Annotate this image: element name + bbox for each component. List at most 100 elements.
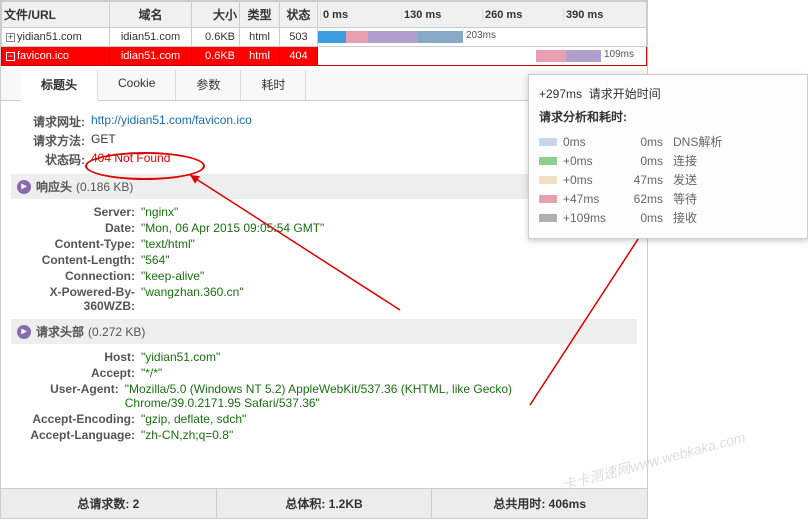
collapse-icon[interactable]: − [6,52,15,61]
tab-cookie[interactable]: Cookie [98,70,176,100]
bar-extra [418,31,463,43]
timing-duration: 62ms [613,192,663,206]
cell-status: 503 [280,28,318,47]
url-label: 请求网址: [21,113,91,130]
header-key: Content-Type: [21,237,141,251]
total-requests: 总请求数: 2 [1,489,217,518]
header-key: Accept: [21,366,141,380]
collapse-arrow-icon: ▸ [17,180,31,194]
request-headers-section[interactable]: ▸ 请求头部 (0.272 KB) [11,319,637,344]
timing-row: +0ms0ms连接 [539,152,797,169]
timing-phase: 接收 [663,209,697,226]
bar-wait [536,50,566,62]
table-row[interactable]: +yidian51.com idian51.com 0.6KB html 503… [2,28,647,47]
table-row[interactable]: −favicon.ico idian51.com 0.6KB html 404 … [2,47,647,66]
timeline-cell: 203ms [318,28,647,47]
tab-params[interactable]: 参数 [176,70,241,100]
timing-offset: +109ms [563,211,613,225]
header-value: "564" [141,253,170,267]
header-value: "*/*" [141,366,162,380]
header-value: "Mozilla/5.0 (Windows NT 5.2) AppleWebKi… [125,382,627,410]
header-key: User-Agent: [21,382,125,410]
cell-size: 0.6KB [192,28,240,47]
timing-row: +109ms0ms接收 [539,209,797,226]
header-key: Connection: [21,269,141,283]
bar-label: 109ms [604,49,634,60]
color-swatch [539,138,557,146]
cell-size: 0.6KB [192,47,240,66]
timing-phase: 连接 [663,152,697,169]
url-value[interactable]: http://yidian51.com/favicon.ico [91,113,252,130]
col-type[interactable]: 类型 [240,2,280,28]
total-time: 总共用时: 406ms [432,489,647,518]
header-value: "Mon, 06 Apr 2015 09:05:54 GMT" [141,221,324,235]
tick-0: 0 ms [320,9,401,21]
bar-receive [566,50,601,62]
col-status[interactable]: 状态 [280,2,318,28]
summary-footer: 总请求数: 2 总体积: 1.2KB 总共用时: 406ms [1,488,647,518]
col-size[interactable]: 大小 [192,2,240,28]
timing-phase: 发送 [663,171,697,188]
tick-3: 390 ms [563,9,644,21]
timing-duration: 0ms [613,154,663,168]
header-value: "keep-alive" [141,269,204,283]
col-file[interactable]: 文件/URL [2,2,110,28]
collapse-arrow-icon: ▸ [17,325,31,339]
cell-domain: idian51.com [110,28,192,47]
start-offset: +297ms [539,87,582,101]
header-key: X-Powered-By-360WZB: [21,285,141,313]
timing-offset: +47ms [563,192,613,206]
header-value: "text/html" [141,237,195,251]
header-value: "gzip, deflate, sdch" [141,412,246,426]
header-key: Accept-Language: [21,428,141,442]
method-value: GET [91,132,116,149]
header-value: "zh-CN,zh;q=0.8" [141,428,233,442]
cell-type: html [240,47,280,66]
section-title: 请求头部 [36,323,84,340]
timing-phase: 等待 [663,190,697,207]
tab-headers[interactable]: 标题头 [21,70,98,101]
file-name: favicon.ico [17,50,69,62]
bar-dns [318,31,346,43]
color-swatch [539,176,557,184]
status-label: 状态码: [21,151,91,168]
color-swatch [539,214,557,222]
file-name: yidian51.com [17,31,82,43]
start-label: 请求开始时间 [589,87,661,101]
timing-offset: +0ms [563,173,613,187]
header-value: "wangzhan.360.cn" [141,285,244,313]
method-label: 请求方法: [21,132,91,149]
timing-duration: 0ms [613,211,663,225]
color-swatch [539,195,557,203]
col-timeline: 0 ms 130 ms 260 ms 390 ms [318,2,647,28]
timing-row: +47ms62ms等待 [539,190,797,207]
table-header-row: 文件/URL 域名 大小 类型 状态 0 ms 130 ms 260 ms 39… [2,2,647,28]
popup-section-label: 请求分析和耗时: [539,108,797,125]
request-table: 文件/URL 域名 大小 类型 状态 0 ms 130 ms 260 ms 39… [1,1,647,66]
header-key: Host: [21,350,141,364]
color-swatch [539,157,557,165]
timing-duration: 0ms [613,135,663,149]
header-key: Server: [21,205,141,219]
timing-popup: +297ms 请求开始时间 请求分析和耗时: 0ms0msDNS解析+0ms0m… [528,74,808,239]
header-key: Accept-Encoding: [21,412,141,426]
bar-label: 203ms [466,30,496,41]
section-size: (0.186 KB) [76,180,133,194]
col-domain[interactable]: 域名 [110,2,192,28]
expand-icon[interactable]: + [6,33,15,42]
cell-status: 404 [280,47,318,66]
section-size: (0.272 KB) [88,325,145,339]
header-value: "nginx" [141,205,178,219]
section-title: 响应头 [36,178,72,195]
timing-offset: 0ms [563,135,613,149]
tab-timing[interactable]: 耗时 [241,70,306,100]
header-key: Content-Length: [21,253,141,267]
timing-offset: +0ms [563,154,613,168]
bar-wait [346,31,368,43]
cell-type: html [240,28,280,47]
timing-phase: DNS解析 [663,133,722,150]
status-value: 404 Not Found [91,151,170,168]
timing-row: +0ms47ms发送 [539,171,797,188]
timeline-cell: 109ms [318,47,647,66]
timing-row: 0ms0msDNS解析 [539,133,797,150]
